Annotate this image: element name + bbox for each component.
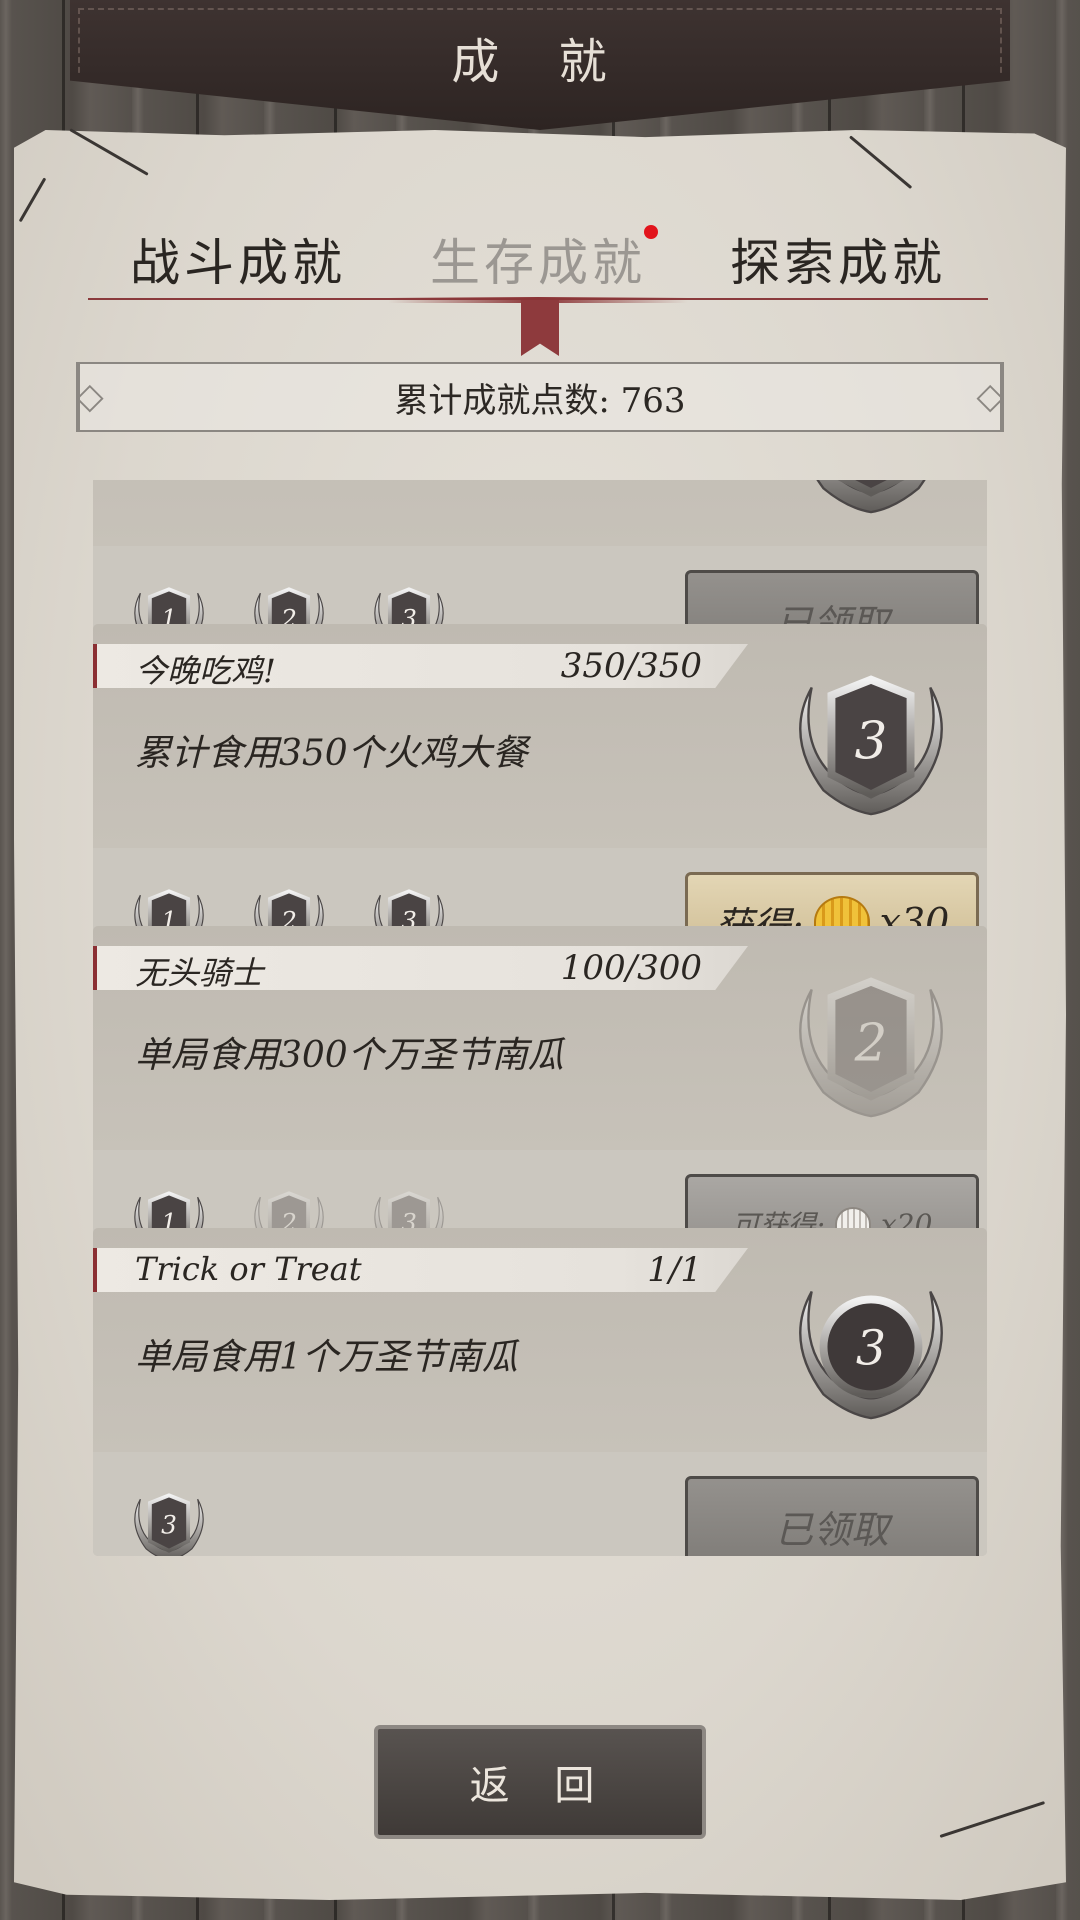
tier-medal-icon: 3	[121, 1480, 217, 1556]
medal-level-text: 3	[856, 1322, 886, 1377]
achievement-list[interactable]: 累计开启玩家赠礼100次 3 1 2 3 已领取 今晚吃鸡! 350/350累计…	[93, 480, 987, 1680]
return-button-label: 返 回	[469, 1763, 611, 1809]
medal-level-text: 2	[854, 1014, 888, 1074]
tab-battle[interactable]: 战斗成就	[88, 225, 388, 301]
claim-button-label: 已领取	[774, 1507, 889, 1552]
achievement-progress: 100/300	[560, 948, 702, 988]
achievement-points-label: 累计成就点数: 763	[394, 380, 686, 421]
header-banner: 成 就	[70, 0, 1010, 130]
page-title: 成 就	[451, 34, 629, 90]
laurel-round-medal-icon: 3	[771, 1252, 971, 1430]
notification-dot	[644, 225, 658, 239]
achievement-description: 累计食用350个火鸡大餐	[135, 733, 528, 774]
achievement-description: 单局食用300个万圣节南瓜	[135, 1035, 564, 1076]
achievement-title: Trick or Treat	[135, 1250, 362, 1288]
laurel-shield-medal-icon: 3	[771, 480, 971, 524]
laurel-shield-medal-icon: 2	[771, 950, 971, 1128]
medal-level-text: 3	[161, 1511, 177, 1540]
achievement-description: 单局食用1个万圣节南瓜	[135, 1337, 518, 1378]
tab-explore[interactable]: 探索成就	[688, 225, 988, 301]
claimed-button[interactable]: 已领取	[685, 1476, 979, 1556]
achievement-title: 无头骑士	[135, 954, 264, 992]
achievement-title: 今晚吃鸡!	[135, 652, 276, 690]
tab-survival-label: 生存成就	[430, 234, 646, 292]
achievement-progress: 350/350	[560, 646, 702, 686]
tab-bar: 战斗成就 生存成就 探索成就	[88, 225, 988, 301]
tab-survival[interactable]: 生存成就	[388, 225, 688, 301]
achievement-progress: 1/1	[647, 1250, 702, 1290]
medal-level-text: 3	[855, 712, 888, 772]
achievement-card: Trick or Treat 1/1 单局食用1个万圣节南瓜 3 3 已领取	[93, 1228, 987, 1556]
laurel-shield-medal-icon: 3	[771, 648, 971, 826]
achievement-card: 无头骑士 100/300 单局食用300个万圣节南瓜 2 1 2 3 可获得: x…	[93, 926, 987, 1254]
return-button[interactable]: 返 回	[374, 1725, 706, 1839]
achievement-card: 今晚吃鸡! 350/350累计食用350个火鸡大餐 3 1 2 3 获得: x3…	[93, 624, 987, 952]
achievement-points-box: 累计成就点数: 763	[76, 362, 1004, 432]
